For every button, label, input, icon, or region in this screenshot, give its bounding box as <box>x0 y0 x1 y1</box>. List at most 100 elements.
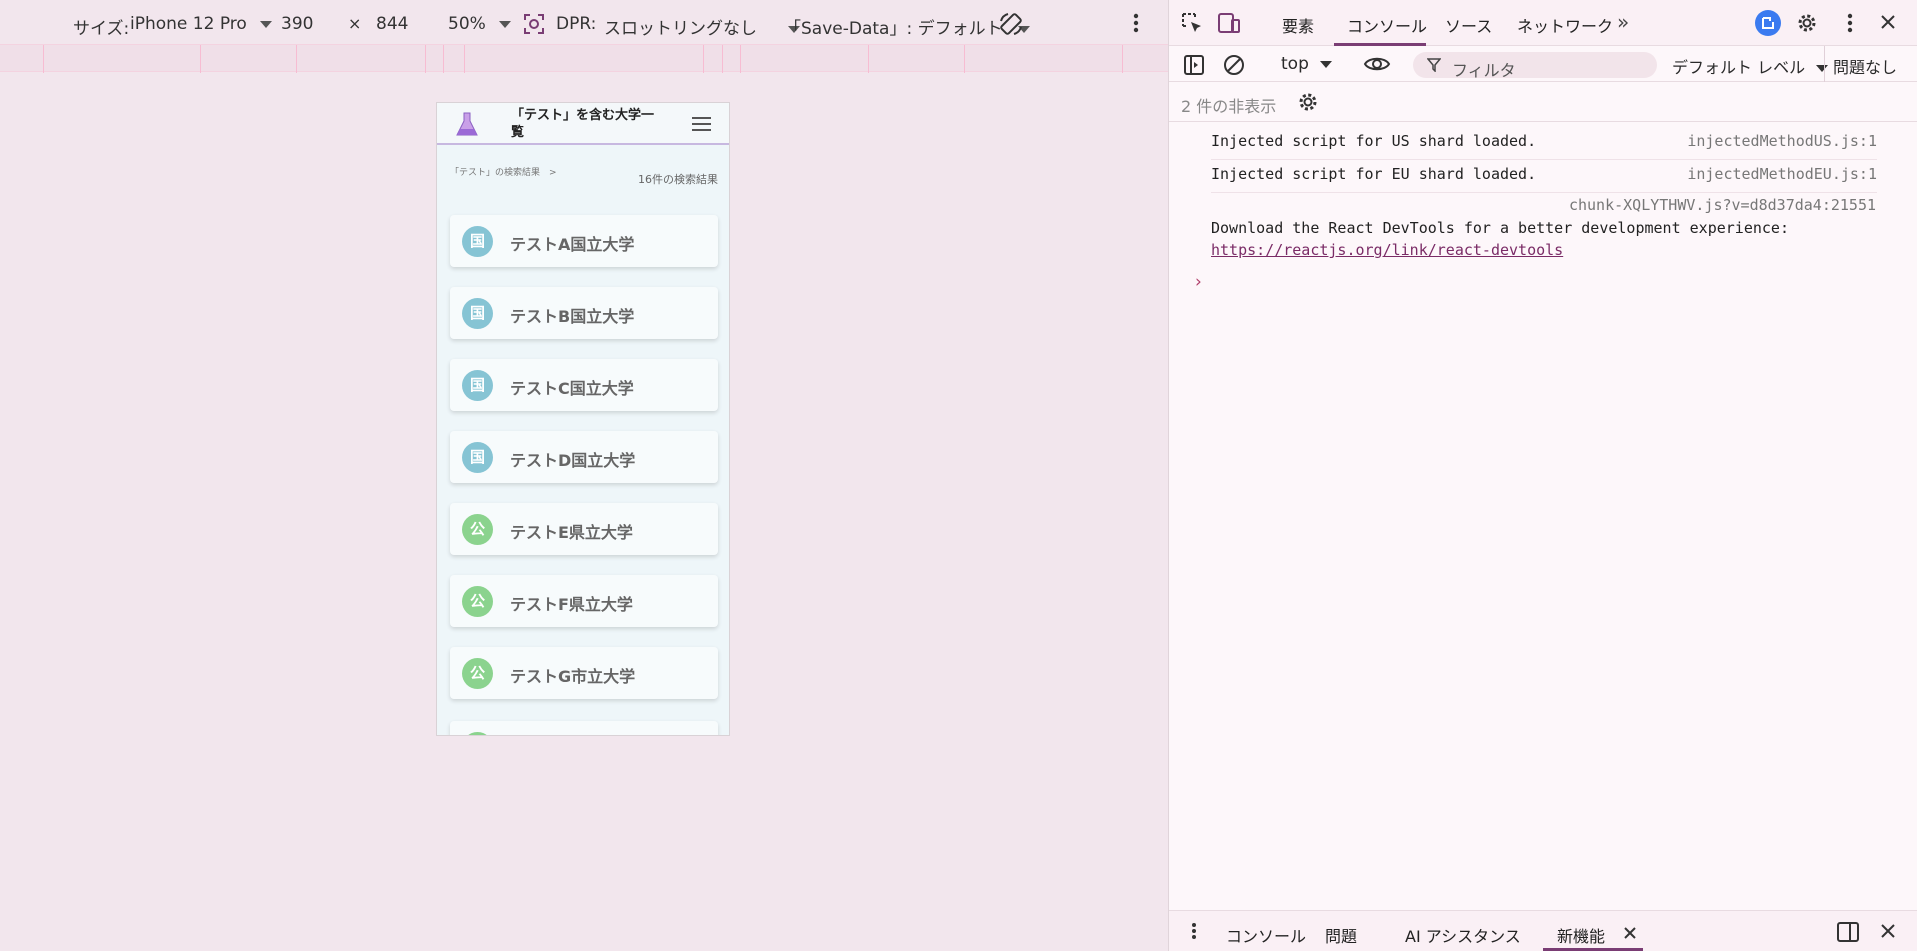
university-name: テストB国立大学 <box>510 307 635 326</box>
list-item[interactable]: 公テストG市立大学 <box>450 647 718 699</box>
chevron-down-icon <box>260 20 273 28</box>
filter-icon <box>1427 58 1441 72</box>
list-item[interactable]: 国テストD国立大学 <box>450 431 718 483</box>
gear-icon[interactable] <box>1297 91 1319 113</box>
university-badge: 国 <box>462 370 493 401</box>
devtools-tabbar: 要素 コンソール ソース ネットワーク » <box>1169 0 1917 46</box>
page-title: 「テスト」を含む大学一覧 <box>511 108 655 140</box>
size-label: サイズ: <box>73 19 130 39</box>
university-name: テストC国立大学 <box>510 379 634 398</box>
more-tabs-icon[interactable]: » <box>1617 10 1629 34</box>
list-item[interactable] <box>450 721 718 735</box>
context-select[interactable]: top <box>1281 54 1333 74</box>
device-name: iPhone 12 Pro <box>130 14 247 34</box>
university-name: テストD国立大学 <box>510 451 636 470</box>
zoom-value: 50% <box>448 14 486 34</box>
console-log-row: Download the React DevTools for a better… <box>1211 196 1877 261</box>
clear-console-icon[interactable] <box>1223 54 1245 76</box>
list-item[interactable]: 公テストF県立大学 <box>450 575 718 627</box>
devtools-panel: 要素 コンソール ソース ネットワーク » top フィルタ デフォルト レベル… <box>1168 0 1917 951</box>
tab-network[interactable]: ネットワーク <box>1517 13 1613 37</box>
flask-logo-icon <box>455 111 479 139</box>
dpr-icon[interactable] <box>523 13 545 35</box>
device-toggle-icon[interactable] <box>1217 11 1241 35</box>
university-badge: 公 <box>462 658 493 689</box>
drawer-tab-issues[interactable]: 問題 <box>1325 923 1357 947</box>
drawer-tab-ai[interactable]: AI アシスタンス <box>1405 923 1521 947</box>
hidden-count: 2 件の非表示 <box>1181 97 1277 116</box>
chevron-down-icon <box>1320 60 1333 68</box>
context-value: top <box>1281 54 1309 74</box>
breadcrumb[interactable]: 「テスト」の検索結果 > <box>450 165 557 178</box>
console-log-row: Injected script for EU shard loaded. inj… <box>1211 165 1877 193</box>
log-source-link[interactable]: injectedMethodEU.js:1 <box>1687 165 1877 183</box>
console-toolbar: top フィルタ デフォルト レベル 問題なし <box>1169 46 1917 82</box>
filter-input[interactable]: フィルタ <box>1413 52 1657 80</box>
more-options-icon[interactable] <box>1191 921 1197 941</box>
sidebar-toggle-icon[interactable] <box>1183 54 1205 76</box>
university-badge <box>462 732 493 735</box>
log-level-value: デフォルト レベル <box>1672 58 1806 77</box>
drawer-tab-console[interactable]: コンソール <box>1226 923 1306 947</box>
more-options-icon[interactable] <box>1133 12 1139 34</box>
tab-sources[interactable]: ソース <box>1445 13 1492 37</box>
console-prompt-icon[interactable]: › <box>1195 272 1202 292</box>
hidden-messages-row: 2 件の非表示 <box>1169 82 1917 122</box>
close-icon[interactable] <box>1879 13 1897 31</box>
chevron-down-icon <box>499 20 512 28</box>
height-input[interactable]: 844 <box>376 14 408 34</box>
drawer-tab-whats-new[interactable]: 新機能 <box>1557 923 1605 947</box>
list-item[interactable]: 国テストC国立大学 <box>450 359 718 411</box>
device-emulation-area: サイズ: iPhone 12 Pro 390 × 844 50% DPR: スロ… <box>0 0 1168 951</box>
ai-badge-icon[interactable] <box>1755 10 1781 36</box>
save-data-select[interactable]: 「Save-Data」: デフォルト <box>784 14 1030 39</box>
zoom-select[interactable]: 50% <box>448 14 512 34</box>
media-query-ruler <box>0 44 1168 73</box>
save-data-value: 「Save-Data」: デフォルト <box>784 19 1003 39</box>
university-name: テストE県立大学 <box>510 523 633 542</box>
throttle-value: スロットリングなし <box>604 19 757 39</box>
log-message: Injected script for EU shard loaded. <box>1211 165 1537 183</box>
dpr-label: DPR: <box>556 14 597 34</box>
dock-side-icon[interactable] <box>1837 922 1859 942</box>
width-input[interactable]: 390 <box>281 14 313 34</box>
university-name: テストA国立大学 <box>510 235 635 254</box>
throttle-select[interactable]: スロットリングなし <box>604 14 801 39</box>
drawer-tabbar: コンソール 問題 AI アシスタンス 新機能 <box>1169 910 1917 951</box>
close-icon[interactable] <box>1623 926 1637 940</box>
list-item[interactable]: 公テストE県立大学 <box>450 503 718 555</box>
university-badge: 国 <box>462 442 493 473</box>
close-icon[interactable] <box>1880 923 1896 939</box>
times-sign: × <box>348 14 362 33</box>
phone-viewport: 「テスト」を含む大学一覧 「テスト」の検索結果 > 16件の検索結果 国テストA… <box>436 102 730 736</box>
university-badge: 国 <box>462 298 493 329</box>
filter-placeholder: フィルタ <box>1452 61 1516 80</box>
list-item[interactable]: 国テストA国立大学 <box>450 215 718 267</box>
log-message: Injected script for US shard loaded. <box>1211 132 1537 150</box>
react-devtools-link[interactable]: https://reactjs.org/link/react-devtools <box>1211 241 1563 259</box>
more-options-icon[interactable] <box>1847 12 1853 34</box>
console-log-row: Injected script for US shard loaded. inj… <box>1211 132 1877 160</box>
divider <box>1824 46 1825 82</box>
inspect-element-icon[interactable] <box>1181 12 1203 34</box>
device-select[interactable]: iPhone 12 Pro <box>130 14 273 34</box>
result-count: 16件の検索結果 <box>638 173 718 186</box>
university-badge: 公 <box>462 586 493 617</box>
log-source-link[interactable]: injectedMethodUS.js:1 <box>1687 132 1877 150</box>
tab-elements[interactable]: 要素 <box>1282 13 1314 37</box>
tab-console[interactable]: コンソール <box>1347 13 1427 37</box>
log-level-select[interactable]: デフォルト レベル <box>1672 54 1829 78</box>
university-name: テストF県立大学 <box>510 595 633 614</box>
university-name: テストG市立大学 <box>510 667 636 686</box>
chevron-down-icon <box>1816 65 1829 72</box>
hamburger-menu-icon[interactable] <box>692 117 711 131</box>
log-message: Download the React DevTools for a better… <box>1211 219 1789 237</box>
device-toolbar: サイズ: iPhone 12 Pro 390 × 844 50% DPR: スロ… <box>0 4 1168 44</box>
eye-icon[interactable] <box>1363 54 1391 74</box>
university-badge: 公 <box>462 514 493 545</box>
gear-icon[interactable] <box>1796 12 1818 34</box>
issues-button[interactable]: 問題なし <box>1833 54 1897 78</box>
list-item[interactable]: 国テストB国立大学 <box>450 287 718 339</box>
university-badge: 国 <box>462 226 493 257</box>
rotate-icon[interactable] <box>998 11 1024 37</box>
